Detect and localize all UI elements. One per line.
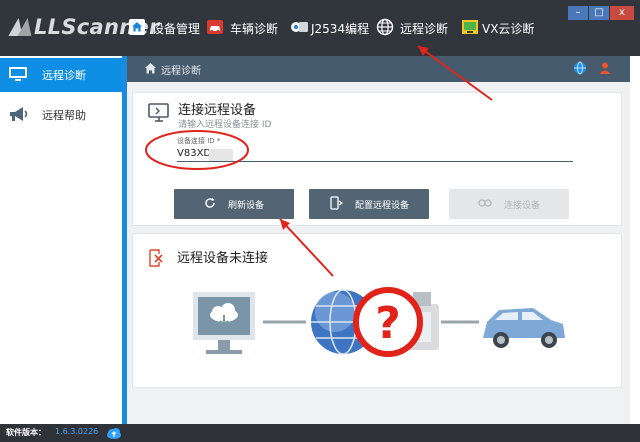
- status-bar: 软件版本： 1.6.3.0226: [0, 424, 640, 442]
- window-controls: – □ x: [568, 6, 634, 20]
- nav-item-device-management[interactable]: 设备管理: [128, 12, 206, 44]
- software-version-value: 1.6.3.0226: [55, 427, 99, 436]
- sidebar-item-remote-help[interactable]: 远程帮助: [0, 98, 124, 132]
- device-id-label: 设备连接 ID *: [177, 137, 221, 145]
- connect-device-button[interactable]: 连接设备: [449, 189, 569, 219]
- connection-status-title: 远程设备未连接: [177, 251, 269, 266]
- logo-mark-second: [17, 18, 35, 36]
- refresh-icon: [204, 197, 216, 212]
- disconnected-icon: [147, 248, 165, 271]
- language-globe-icon[interactable]: [573, 61, 587, 78]
- remote-monitor-icon: [147, 101, 171, 128]
- software-version-label: 软件版本：: [6, 428, 46, 437]
- sidebar-item-label: 远程诊断: [42, 69, 86, 82]
- nav-label: J2534编程: [311, 21, 370, 36]
- sidebar-item-label: 远程帮助: [42, 109, 86, 122]
- connect-panel-subtitle: 请输入远程设备连接 ID: [178, 120, 272, 130]
- nav-label: 设备管理: [152, 21, 201, 36]
- home-icon[interactable]: [144, 62, 157, 78]
- sidebar: 远程诊断 远程帮助: [0, 56, 124, 424]
- nav-label: 车辆诊断: [230, 21, 279, 36]
- car-icon: [206, 18, 224, 39]
- monitor-icon: [8, 65, 28, 86]
- configure-remote-device-button[interactable]: 配置远程设备: [309, 189, 429, 219]
- refresh-devices-button[interactable]: 刷新设备: [174, 189, 294, 219]
- button-label: 配置远程设备: [354, 200, 409, 211]
- button-label: 连接设备: [503, 200, 540, 211]
- content-header: 远程诊断: [127, 56, 630, 82]
- redacted-patch: [209, 149, 233, 161]
- page-title: 远程诊断: [161, 66, 201, 77]
- connect-panel-title: 连接远程设备: [178, 103, 257, 118]
- question-mark: ?: [375, 298, 401, 349]
- megaphone-icon: [8, 105, 30, 126]
- device-id-input[interactable]: [177, 146, 573, 162]
- top-navigation: 设备管理 车辆诊断 J2534编程 远程诊断 VX云诊断: [128, 12, 541, 44]
- nav-label: VX云诊断: [482, 21, 535, 36]
- nav-label: 远程诊断: [400, 21, 449, 36]
- sidebar-item-remote-diagnosis[interactable]: 远程诊断: [0, 58, 124, 92]
- connection-status-panel: 远程设备未连接 ?: [132, 233, 622, 388]
- connect-remote-panel: 连接远程设备 请输入远程设备连接 ID 设备连接 ID * 刷新设备 配置远程设…: [132, 92, 622, 226]
- minimize-button[interactable]: –: [568, 6, 588, 20]
- computer-icon: [193, 292, 255, 354]
- unknown-connection-icon: ?: [353, 287, 423, 357]
- nav-item-vehicle-diagnosis[interactable]: 车辆诊断: [206, 12, 290, 44]
- maximize-button[interactable]: □: [589, 6, 609, 20]
- nav-item-remote-diagnosis[interactable]: 远程诊断: [376, 12, 461, 44]
- cloud-upload-icon[interactable]: [106, 426, 122, 442]
- main-content: 远程诊断 连接远程设备 请输入远程设备连接 ID 设备连接 ID * 刷新设备 …: [127, 56, 630, 424]
- home-icon: [128, 18, 146, 39]
- nav-item-vx-cloud-diagnosis[interactable]: VX云诊断: [461, 12, 541, 44]
- button-label: 刷新设备: [227, 200, 264, 211]
- title-bar: LLScanner 设备管理 车辆诊断 J2534编程 远程诊断 VX云诊断 –…: [0, 0, 640, 56]
- nav-item-j2534-programming[interactable]: J2534编程: [290, 12, 376, 44]
- connection-diagram: ?: [193, 287, 565, 357]
- close-button[interactable]: x: [610, 6, 634, 20]
- j2534-icon: [290, 18, 310, 39]
- car-icon: [483, 308, 565, 348]
- link-icon: [478, 198, 492, 211]
- user-icon[interactable]: [598, 61, 612, 78]
- device-config-icon: [329, 195, 344, 213]
- globe-icon: [376, 18, 394, 39]
- vx-cloud-icon: [461, 18, 479, 39]
